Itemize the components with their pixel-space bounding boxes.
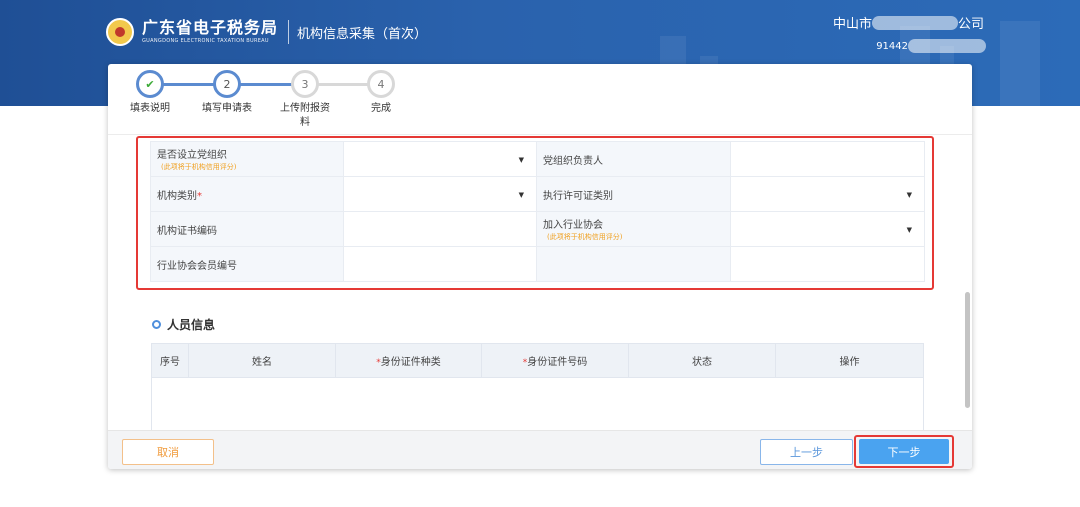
org-type-select[interactable]: ▼ [343, 176, 537, 212]
vertical-scrollbar[interactable] [965, 292, 970, 408]
industry-assoc-hint: (此项将于机构信用评分) [547, 233, 623, 241]
col-header-actions: 操作 [775, 343, 924, 378]
col-header-id-number: *身份证件号码 [481, 343, 629, 378]
logo-english-name: GUANGDONG ELECTRONIC TAXATION BUREAU [142, 38, 269, 44]
step-4-number: 4 [367, 70, 395, 98]
license-type-label: 执行许可证类别 [536, 176, 731, 212]
personnel-title: 人员信息 [167, 318, 216, 332]
personnel-section-title: 人员信息 [152, 316, 215, 333]
step-3-label: 上传附报资料 [280, 103, 330, 128]
party-org-label: 是否设立党组织 [157, 150, 227, 161]
empty-cell [536, 246, 731, 282]
table-empty-body [151, 377, 924, 430]
step-2-number: 2 [213, 70, 241, 98]
cert-no-label: 机构证书编码 [150, 211, 344, 247]
caret-down-icon: ▼ [906, 226, 912, 234]
checkmark-icon: ✔ [136, 70, 164, 98]
industry-assoc-label: 加入行业协会 [543, 220, 603, 231]
prev-step-button[interactable]: 上一步 [760, 439, 853, 465]
org-info-form: 是否设立党组织 (此项将于机构信用评分) ▼ 党组织负责人 机构类别* ▼ 执行… [150, 141, 925, 282]
form-row: 机构类别* ▼ 执行许可证类别 ▼ [150, 176, 925, 212]
form-row: 行业协会会员编号 [150, 246, 925, 282]
page-title: 机构信息采集（首次） [297, 26, 428, 42]
step-4-label: 完成 [371, 103, 391, 114]
form-row: 是否设立党组织 (此项将于机构信用评分) ▼ 党组织负责人 [150, 141, 925, 177]
personnel-table: 序号 姓名 *身份证件种类 *身份证件号码 状态 操作 [151, 343, 924, 430]
party-org-hint: (此项将于机构信用评分) [161, 163, 237, 171]
party-leader-label: 党组织负责人 [536, 141, 731, 177]
org-type-label-cell: 机构类别* [150, 176, 344, 212]
col-header-id-type: *身份证件种类 [335, 343, 482, 378]
caret-down-icon: ▼ [518, 156, 524, 164]
next-step-button[interactable]: 下一步 [859, 439, 949, 464]
industry-assoc-label-cell: 加入行业协会 (此项将于机构信用评分) [536, 211, 731, 247]
taxpayer-id: 91442 [876, 39, 986, 53]
id-type-label: 身份证件种类 [380, 357, 441, 368]
steps-divider [108, 134, 972, 135]
table-header-row: 序号 姓名 *身份证件种类 *身份证件号码 状态 操作 [151, 343, 924, 378]
col-header-status: 状态 [628, 343, 776, 378]
progress-steps: ✔ 填表说明 2 填写申请表 3 上传附报资料 4 完成 [108, 70, 972, 134]
party-leader-input[interactable] [730, 141, 925, 177]
member-no-input[interactable] [343, 246, 537, 282]
member-no-label: 行业协会会员编号 [150, 246, 344, 282]
step-2: 2 填写申请表 [187, 70, 267, 116]
company-suffix: 公司 [957, 17, 984, 32]
required-mark: * [197, 190, 202, 202]
party-org-select[interactable]: ▼ [343, 141, 537, 177]
form-row: 机构证书编码 加入行业协会 (此项将于机构信用评分) ▼ [150, 211, 925, 247]
site-logo[interactable]: 广东省电子税务局 GUANGDONG ELECTRONIC TAXATION B… [106, 18, 427, 46]
redacted-company-name [871, 15, 958, 30]
col-header-name: 姓名 [188, 343, 336, 378]
logo-chinese-name: 广东省电子税务局 [142, 18, 279, 37]
id-number-label: 身份证件号码 [527, 357, 588, 368]
party-org-label-cell: 是否设立党组织 (此项将于机构信用评分) [150, 141, 344, 177]
logo-divider [288, 20, 290, 44]
cancel-button[interactable]: 取消 [122, 439, 214, 465]
col-header-index: 序号 [151, 343, 189, 378]
industry-assoc-select[interactable]: ▼ [730, 211, 925, 247]
step-3-number: 3 [291, 70, 319, 98]
section-bullet-icon [152, 320, 161, 329]
empty-cell [730, 246, 925, 282]
step-1: ✔ 填表说明 [110, 70, 190, 116]
step-2-label: 填写申请表 [202, 103, 252, 114]
step-1-label: 填表说明 [130, 103, 170, 114]
tax-emblem-icon [106, 18, 134, 46]
step-3: 3 上传附报资料 [265, 70, 345, 130]
caret-down-icon: ▼ [518, 191, 524, 199]
caret-down-icon: ▼ [906, 191, 912, 199]
cert-no-input[interactable] [343, 211, 537, 247]
license-type-select[interactable]: ▼ [730, 176, 925, 212]
company-name: 中山市 公司 [833, 13, 984, 32]
building-silhouette [1000, 21, 1040, 106]
company-prefix: 中山市 [832, 17, 872, 32]
footer-bar: 取消 上一步 下一步 [108, 430, 972, 469]
taxid-prefix: 91442 [876, 40, 908, 52]
application-card: ✔ 填表说明 2 填写申请表 3 上传附报资料 4 完成 是否设立党组织 (此项… [108, 64, 972, 469]
org-type-label: 机构类别 [157, 190, 197, 202]
table-empty-row [151, 377, 924, 430]
step-4: 4 完成 [341, 70, 421, 116]
redacted-taxid [908, 39, 986, 53]
